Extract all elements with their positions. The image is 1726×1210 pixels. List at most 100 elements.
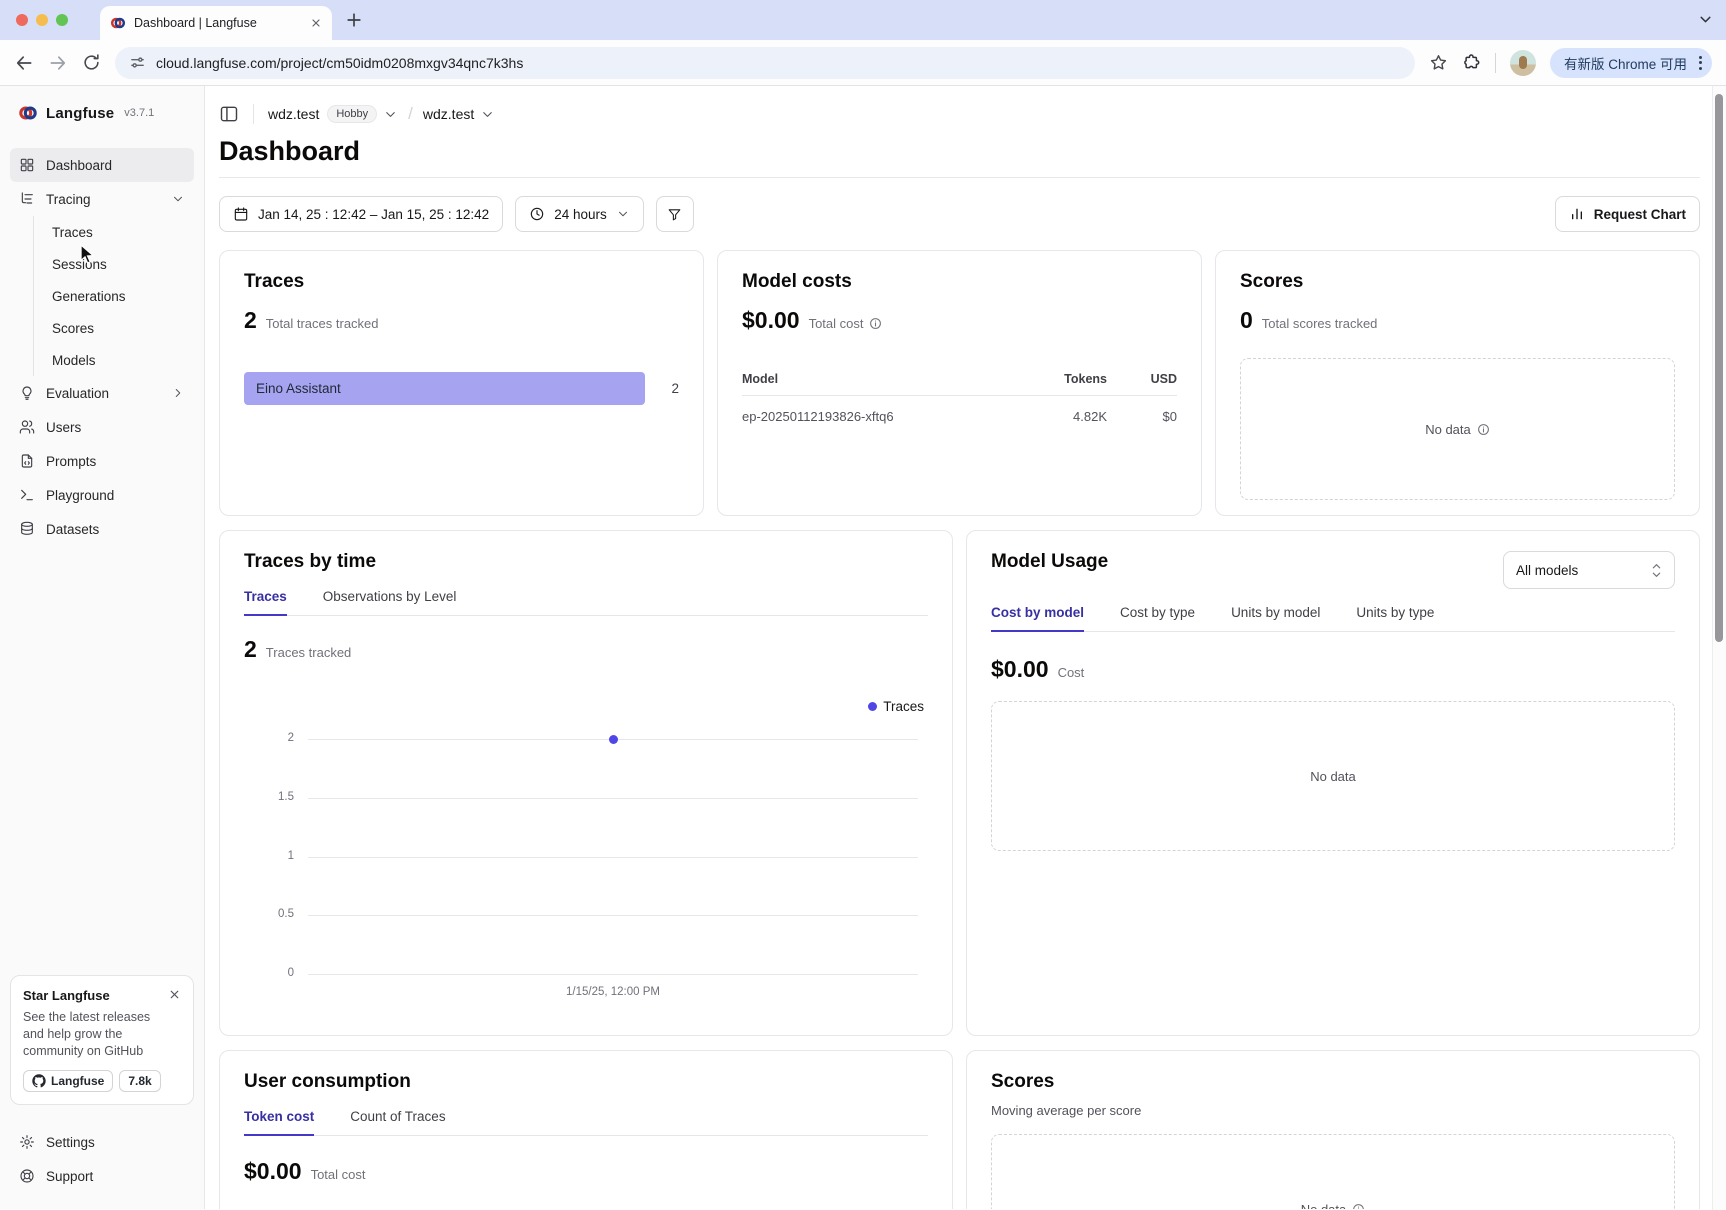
tab-units-by-type[interactable]: Units by type [1356, 605, 1434, 631]
sidebar-item-tracing[interactable]: Tracing [10, 182, 194, 216]
forward-icon[interactable] [48, 53, 68, 73]
user-consumption-total: $0.00 [244, 1158, 302, 1185]
tab-search-icon[interactable] [1697, 11, 1714, 28]
profile-avatar[interactable] [1510, 50, 1536, 76]
tab-close-icon[interactable] [310, 17, 322, 29]
scrollbar-thumb[interactable] [1715, 94, 1723, 642]
request-chart-button[interactable]: Request Chart [1555, 196, 1700, 232]
tab-units-by-model[interactable]: Units by model [1231, 605, 1320, 631]
browser-toolbar: cloud.langfuse.com/project/cm50idm0208mx… [0, 40, 1726, 86]
table-row[interactable]: ep-20250112193826-xftq6 4.82K $0 [742, 396, 1177, 424]
sidebar-item-dashboard[interactable]: Dashboard [10, 148, 194, 182]
sidebar-item-scores[interactable]: Scores [34, 312, 194, 344]
model-costs-card: Model costs $0.00 Total cost Model [717, 250, 1202, 516]
clock-icon [529, 206, 545, 222]
brand-version: v3.7.1 [124, 107, 154, 119]
scores-caption: Total scores tracked [1262, 316, 1378, 331]
page-header: wdz.test Hobby / wdz.test Dashboard [219, 86, 1700, 178]
data-point-traces[interactable] [609, 735, 618, 744]
window-controls [16, 14, 68, 26]
sidebar-item-generations[interactable]: Generations [34, 280, 194, 312]
browser-tab[interactable]: Dashboard | Langfuse [100, 6, 332, 40]
sidebar-toggle-icon[interactable] [219, 104, 239, 124]
sidebar-item-users[interactable]: Users [10, 410, 194, 444]
chrome-update-label: 有新版 Chrome 可用 [1564, 53, 1687, 73]
info-icon[interactable] [869, 317, 882, 330]
tab-traces[interactable]: Traces [244, 589, 287, 615]
extensions-icon[interactable] [1462, 53, 1481, 72]
filter-button[interactable] [656, 196, 694, 232]
minimize-window-button[interactable] [36, 14, 48, 26]
new-tab-button[interactable] [344, 10, 364, 30]
tab-count-of-traces[interactable]: Count of Traces [350, 1109, 445, 1135]
no-data-box: No data [991, 701, 1675, 851]
org-name[interactable]: wdz.test [268, 106, 319, 122]
card-title: Model Usage [991, 551, 1108, 573]
breadcrumb: wdz.test Hobby / wdz.test [219, 102, 1700, 126]
sidebar-item-label: Generations [52, 289, 126, 304]
sidebar-item-label: Playground [46, 488, 114, 503]
tab-token-cost[interactable]: Token cost [244, 1109, 314, 1135]
sidebar-item-sessions[interactable]: Sessions [34, 248, 194, 280]
sidebar-item-settings[interactable]: Settings [10, 1125, 194, 1159]
trace-bar-value: 2 [671, 381, 679, 396]
site-settings-icon[interactable] [129, 54, 146, 71]
sidebar-item-models[interactable]: Models [34, 344, 194, 376]
chrome-update-button[interactable]: 有新版 Chrome 可用 [1550, 48, 1712, 78]
tracing-subnav: Traces Sessions Generations Scores Model… [33, 216, 194, 376]
close-icon[interactable] [168, 988, 181, 1001]
sidebar-footer: Settings Support [10, 1125, 194, 1193]
scores-overview-card: Scores 0 Total scores tracked No data [1215, 250, 1700, 516]
browser-tab-strip: Dashboard | Langfuse [0, 0, 1726, 40]
chevron-down-icon [171, 192, 185, 206]
tab-cost-by-type[interactable]: Cost by type [1120, 605, 1195, 631]
user-consumption-tabs: Token cost Count of Traces [244, 1109, 928, 1136]
tab-cost-by-model[interactable]: Cost by model [991, 605, 1084, 631]
brand[interactable]: Langfuse v3.7.1 [10, 98, 194, 128]
y-tick: 1.5 [244, 791, 294, 803]
info-icon[interactable] [1352, 1203, 1365, 1210]
info-icon[interactable] [1477, 423, 1490, 436]
select-chevrons-icon [1651, 563, 1662, 578]
card-title: Model costs [742, 271, 1177, 293]
sidebar-item-prompts[interactable]: Prompts [10, 444, 194, 478]
github-star-button[interactable]: Langfuse [23, 1070, 113, 1092]
project-name[interactable]: wdz.test [423, 106, 474, 122]
no-data-box: No data [1240, 358, 1675, 500]
model-usage-total: $0.00 [991, 656, 1049, 683]
sidebar-item-traces[interactable]: Traces [34, 216, 194, 248]
address-bar[interactable]: cloud.langfuse.com/project/cm50idm0208mx… [115, 47, 1415, 79]
sidebar-item-label: Dashboard [46, 158, 112, 173]
bookmark-star-icon[interactable] [1429, 53, 1448, 72]
reload-icon[interactable] [82, 53, 101, 72]
no-data-label: No data [1425, 422, 1471, 437]
close-window-button[interactable] [16, 14, 28, 26]
back-icon[interactable] [14, 53, 34, 73]
y-tick: 0.5 [244, 908, 294, 920]
browser-menu-icon[interactable] [1695, 52, 1706, 74]
legend-dot [868, 702, 877, 711]
traces-tracked-count: 2 [244, 636, 257, 663]
github-icon [32, 1074, 46, 1088]
sidebar-item-evaluation[interactable]: Evaluation [10, 376, 194, 410]
trace-name-bar[interactable]: Eino Assistant [244, 372, 645, 405]
tab-title: Dashboard | Langfuse [134, 16, 302, 30]
scores-timeseries-card: Scores Moving average per score No data [966, 1050, 1700, 1209]
model-filter-select[interactable]: All models [1503, 551, 1675, 589]
sidebar-item-datasets[interactable]: Datasets [10, 512, 194, 546]
sidebar-item-label: Sessions [52, 257, 107, 272]
maximize-window-button[interactable] [56, 14, 68, 26]
sidebar-item-support[interactable]: Support [10, 1159, 194, 1193]
time-preset-dropdown[interactable]: 24 hours [515, 196, 644, 232]
tab-observations-by-level[interactable]: Observations by Level [323, 589, 457, 615]
langfuse-favicon [110, 15, 126, 31]
org-switcher-chevron-icon[interactable] [383, 107, 398, 122]
star-card-body: See the latest releases and help grow th… [23, 1009, 173, 1060]
sidebar-item-playground[interactable]: Playground [10, 478, 194, 512]
scores-count: 0 [1240, 307, 1253, 334]
github-star-count: 7.8k [119, 1070, 160, 1092]
date-range-picker[interactable]: Jan 14, 25 : 12:42 – Jan 15, 25 : 12:42 [219, 196, 503, 232]
project-switcher-chevron-icon[interactable] [480, 107, 495, 122]
model-usage-card: Model Usage All models Cost by model Cos… [966, 530, 1700, 1036]
scrollbar-track[interactable] [1712, 86, 1726, 1210]
